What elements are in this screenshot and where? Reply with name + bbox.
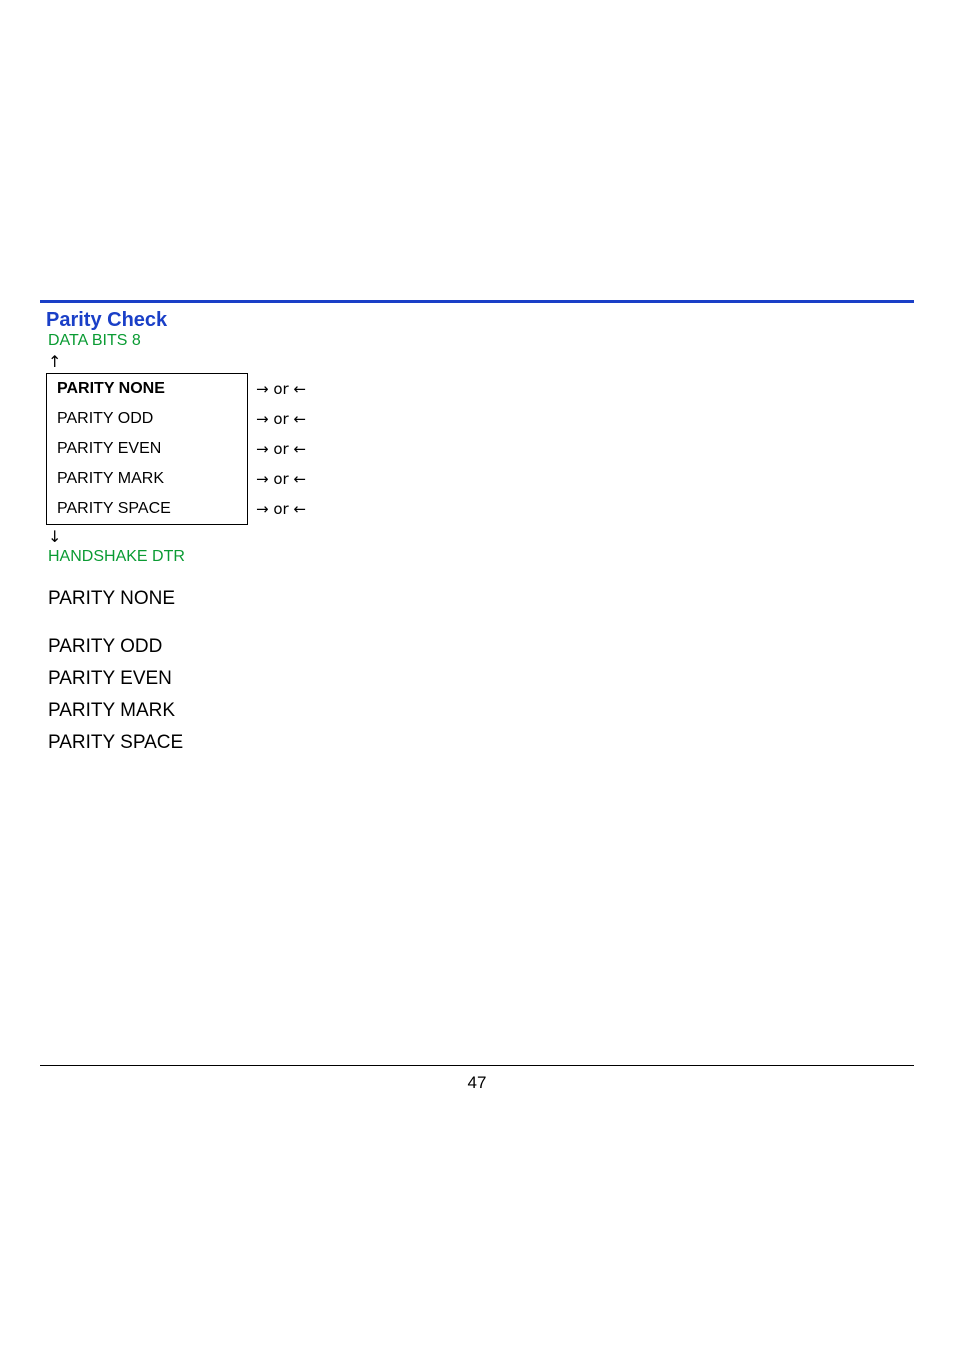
up-arrow-icon: ↑ <box>48 352 914 371</box>
menu-action-hint: → or ← <box>248 404 315 434</box>
menu-item-parity-mark[interactable]: PARITY MARK <box>47 464 248 494</box>
parity-menu-table: PARITY NONE → or ← PARITY ODD → or ← PAR… <box>46 373 315 525</box>
menu-action-hint: → or ← <box>248 494 315 525</box>
menu-item-parity-odd[interactable]: PARITY ODD <box>47 404 248 434</box>
menu-row: PARITY EVEN → or ← <box>47 434 315 464</box>
description-block: PARITY NONE PARITY ODD PARITY EVEN PARIT… <box>48 588 914 754</box>
desc-parity-even: PARITY EVEN <box>48 668 914 690</box>
menu-row: PARITY NONE → or ← <box>47 374 315 405</box>
next-menu-link[interactable]: HANDSHAKE DTR <box>48 548 914 566</box>
menu-action-hint: → or ← <box>248 464 315 494</box>
page-number: 47 <box>0 1073 954 1093</box>
menu-row: PARITY SPACE → or ← <box>47 494 315 525</box>
desc-parity-space: PARITY SPACE <box>48 732 914 754</box>
prev-menu-link[interactable]: DATA BITS 8 <box>48 332 914 350</box>
menu-action-hint: → or ← <box>248 374 315 405</box>
down-arrow-icon: ↓ <box>48 527 914 546</box>
menu-item-parity-none[interactable]: PARITY NONE <box>47 374 248 405</box>
menu-action-hint: → or ← <box>248 434 315 464</box>
footer-rule <box>40 1065 914 1066</box>
menu-item-parity-even[interactable]: PARITY EVEN <box>47 434 248 464</box>
menu-row: PARITY MARK → or ← <box>47 464 315 494</box>
menu-item-parity-space[interactable]: PARITY SPACE <box>47 494 248 525</box>
desc-parity-none: PARITY NONE <box>48 588 914 610</box>
section-title: Parity Check <box>46 309 914 332</box>
desc-parity-mark: PARITY MARK <box>48 700 914 722</box>
menu-row: PARITY ODD → or ← <box>47 404 315 434</box>
section-divider <box>40 300 914 303</box>
desc-parity-odd: PARITY ODD <box>48 636 914 658</box>
